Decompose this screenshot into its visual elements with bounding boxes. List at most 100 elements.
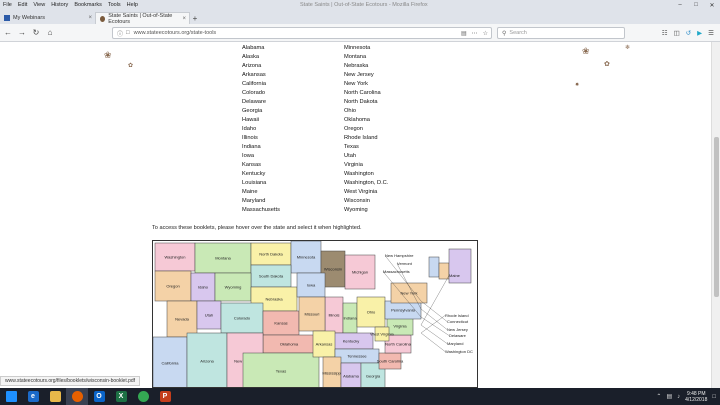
tab-close-icon[interactable]: ×	[88, 15, 92, 21]
state-link[interactable]: Oklahoma	[344, 116, 388, 125]
map-callout-label[interactable]: Massachusetts	[383, 269, 410, 274]
map-callout-label[interactable]: Delaware	[449, 333, 467, 338]
state-link[interactable]: Washington, D.C.	[344, 179, 388, 188]
state-link[interactable]: Virginia	[344, 161, 388, 170]
info-icon[interactable]: ⓘ	[117, 29, 123, 38]
state-link[interactable]: Wyoming	[344, 206, 388, 215]
state-link[interactable]: Rhode Island	[344, 134, 388, 143]
taskbar-outlook[interactable]: O	[88, 388, 110, 405]
sync-icon[interactable]: ↺	[686, 29, 691, 37]
state-link[interactable]: Oregon	[344, 125, 388, 134]
state-link[interactable]: Wisconsin	[344, 197, 388, 206]
state-link[interactable]: Arizona	[242, 62, 280, 71]
state-link[interactable]: New Jersey	[344, 71, 388, 80]
state-link[interactable]: Minnesota	[344, 44, 388, 53]
state-link[interactable]: Maine	[242, 188, 280, 197]
map-state-label: Illinois	[328, 313, 339, 318]
map-state-region[interactable]	[438, 262, 450, 280]
us-map[interactable]: Washington Montana North Dakota Minnesota Or…	[152, 240, 478, 388]
state-link[interactable]: New York	[344, 80, 388, 89]
map-callout-label[interactable]: Rhode Island	[445, 313, 469, 318]
state-link[interactable]: Kentucky	[242, 170, 280, 179]
state-link[interactable]: Delaware	[242, 98, 280, 107]
tab-close-icon[interactable]: ×	[182, 16, 186, 22]
notifications-icon[interactable]: □	[712, 394, 716, 400]
state-link[interactable]: Montana	[344, 53, 388, 62]
library-icon[interactable]: ☷	[662, 29, 668, 37]
state-link[interactable]: Illinois	[242, 134, 280, 143]
reader-icon[interactable]: ▤	[461, 30, 467, 37]
map-callout-label[interactable]: New Hampshire	[385, 253, 414, 258]
state-link[interactable]: Iowa	[242, 152, 280, 161]
taskbar-file-explorer[interactable]	[44, 388, 66, 405]
menu-hamburger-icon[interactable]: ☰	[708, 29, 714, 37]
state-link[interactable]: Louisiana	[242, 179, 280, 188]
taskbar-firefox[interactable]	[66, 388, 88, 405]
taskbar-internet-explorer[interactable]: e	[22, 388, 44, 405]
menu-file[interactable]: File	[0, 0, 15, 10]
taskbar-windows-start[interactable]	[0, 388, 22, 405]
menu-view[interactable]: View	[30, 0, 48, 10]
sidebar-icon[interactable]: ◫	[674, 29, 680, 37]
home-icon[interactable]: ⌂	[44, 26, 56, 40]
map-callout-label[interactable]: Maine	[449, 273, 461, 278]
state-link[interactable]: Massachusetts	[242, 206, 280, 215]
menu-edit[interactable]: Edit	[15, 0, 30, 10]
volume-icon[interactable]: ♪	[677, 394, 680, 400]
bookmark-star-icon[interactable]: ☆	[483, 30, 488, 37]
clock[interactable]: 9:48 PM 4/12/2018	[685, 391, 707, 403]
toolbar-icons: ☷ ◫ ↺ ▶ ☰	[662, 27, 714, 39]
map-callout-label[interactable]: Maryland	[447, 341, 463, 346]
maximize-icon[interactable]: □	[688, 0, 704, 10]
map-callout-label[interactable]: Connecticut	[447, 319, 469, 324]
tab-my-webinars[interactable]: My Webinars ×	[0, 12, 95, 24]
state-link[interactable]: North Dakota	[344, 98, 388, 107]
more-icon[interactable]: ⋯	[472, 30, 478, 37]
state-link[interactable]: Alaska	[242, 53, 280, 62]
tray-up-icon[interactable]: ⌃	[656, 393, 661, 400]
url-text[interactable]: www.stateecotours.org/state-tools	[134, 30, 217, 36]
taskbar-excel[interactable]: X	[110, 388, 132, 405]
state-link[interactable]: Kansas	[242, 161, 280, 170]
scrollbar-thumb[interactable]	[714, 137, 719, 297]
state-link[interactable]: North Carolina	[344, 89, 388, 98]
state-link[interactable]: Indiana	[242, 143, 280, 152]
url-bar[interactable]: ⓘ □ www.stateecotours.org/state-tools ▤ …	[112, 27, 492, 39]
state-link[interactable]: West Virginia	[344, 188, 388, 197]
state-link[interactable]: Georgia	[242, 107, 280, 116]
map-state-region[interactable]	[428, 256, 440, 278]
map-callout-label[interactable]: Vermont	[397, 261, 413, 266]
menu-help[interactable]: Help	[124, 0, 141, 10]
forward-icon[interactable]: →	[16, 26, 28, 40]
close-window-icon[interactable]: ✕	[704, 0, 720, 10]
back-icon[interactable]: ←	[2, 26, 14, 40]
map-callout-label[interactable]: Washington DC	[445, 349, 473, 354]
state-link[interactable]: Idaho	[242, 125, 280, 134]
state-link[interactable]: Hawaii	[242, 116, 280, 125]
state-link[interactable]: Utah	[344, 152, 388, 161]
state-link[interactable]: Colorado	[242, 89, 280, 98]
new-tab-button[interactable]: +	[190, 12, 200, 24]
state-link[interactable]: Arkansas	[242, 71, 280, 80]
state-link[interactable]: Ohio	[344, 107, 388, 116]
state-link[interactable]: Washington	[344, 170, 388, 179]
pocket-icon[interactable]: ▶	[697, 29, 702, 37]
state-link[interactable]: Alabama	[242, 44, 280, 53]
menu-bookmarks[interactable]: Bookmarks	[71, 0, 105, 10]
page-scrollbar[interactable]	[711, 42, 720, 388]
menu-history[interactable]: History	[48, 0, 71, 10]
us-map-svg[interactable]: Washington Montana North Dakota Minnesota Or…	[153, 241, 478, 388]
state-link[interactable]: Nebraska	[344, 62, 388, 71]
search-bar[interactable]: ⚲ Search	[497, 27, 625, 39]
state-link[interactable]: California	[242, 80, 280, 89]
minimize-icon[interactable]: –	[672, 0, 688, 10]
map-callout-label[interactable]: New Jersey	[447, 327, 468, 332]
menu-tools[interactable]: Tools	[105, 0, 124, 10]
taskbar-powerpoint[interactable]: P	[154, 388, 176, 405]
state-link[interactable]: Texas	[344, 143, 388, 152]
network-icon[interactable]: ▤	[666, 393, 672, 400]
reload-icon[interactable]: ↻	[30, 26, 42, 40]
taskbar-chrome[interactable]	[132, 388, 154, 405]
tab-state-saints[interactable]: State Saints | Out-of-State Ecotours ×	[95, 12, 190, 25]
state-link[interactable]: Maryland	[242, 197, 280, 206]
